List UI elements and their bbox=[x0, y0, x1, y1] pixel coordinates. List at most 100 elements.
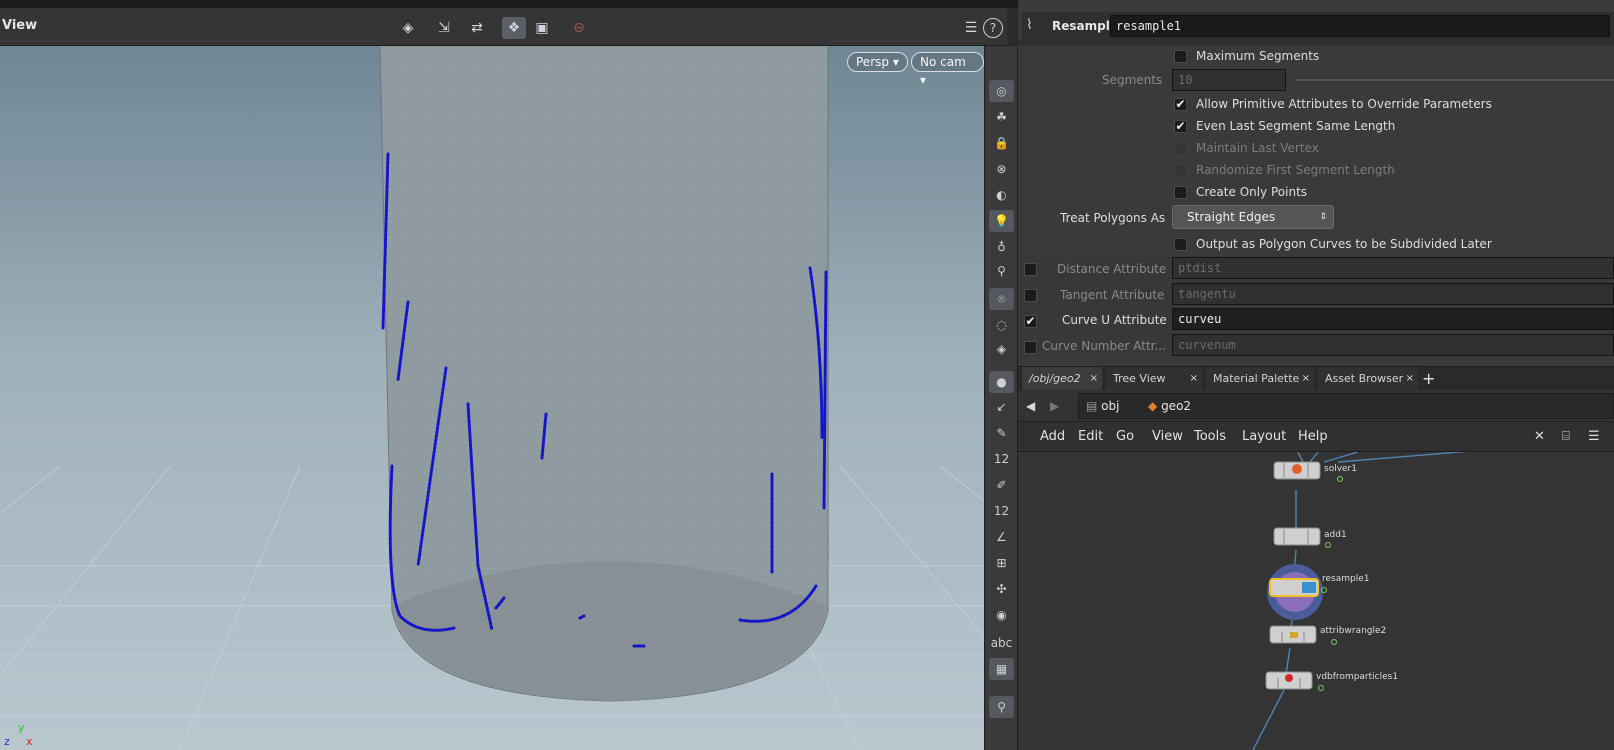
bulb-icon[interactable]: ♁ bbox=[989, 236, 1014, 258]
obj-label: obj bbox=[1101, 399, 1120, 413]
tools-icon[interactable]: ☰ bbox=[959, 17, 983, 39]
abc-icon[interactable]: abc bbox=[989, 632, 1014, 654]
network-path-bar: ◀ ▶ ▤ obj ◆ geo2 bbox=[1018, 390, 1614, 422]
output-poly-label: Output as Polygon Curves to be Subdivide… bbox=[1196, 237, 1492, 251]
geo-crumb[interactable]: ◆ geo2 bbox=[1148, 393, 1191, 419]
persp-label: Persp bbox=[856, 55, 889, 69]
curvenum-attr-checkbox[interactable] bbox=[1024, 341, 1037, 354]
geo-label: geo2 bbox=[1161, 399, 1192, 413]
menu-layout[interactable]: Layout bbox=[1242, 429, 1286, 444]
tab-label: /obj/geo2 bbox=[1029, 372, 1081, 385]
snap-grid-icon[interactable]: ⊞ bbox=[989, 552, 1014, 574]
tangent-attr-field[interactable]: tangentu bbox=[1172, 283, 1614, 305]
point-icon[interactable]: ● bbox=[989, 371, 1014, 393]
tag-icon[interactable]: 12 bbox=[989, 500, 1014, 522]
display-icon[interactable]: ▣ bbox=[530, 17, 554, 39]
add-tab-icon[interactable]: + bbox=[1422, 367, 1435, 391]
persp-dropdown[interactable]: Persp ▾ bbox=[847, 52, 908, 72]
viewport-3d[interactable]: Persp ▾ No cam ▾ y z x bbox=[0, 46, 984, 750]
pin-icon[interactable]: ⚲ bbox=[989, 696, 1014, 718]
menu-help[interactable]: Help bbox=[1298, 429, 1328, 444]
circle-icon[interactable]: ◉ bbox=[989, 604, 1014, 626]
display-options-icon[interactable]: ◎ bbox=[989, 80, 1014, 102]
menu-add[interactable]: Add bbox=[1040, 429, 1065, 444]
close-icon[interactable]: × bbox=[1190, 367, 1198, 391]
close-icon[interactable]: × bbox=[1406, 367, 1414, 391]
treat-polys-label: Treat Polygons As bbox=[1060, 211, 1166, 225]
even-last-checkbox[interactable]: ✔ bbox=[1174, 120, 1187, 133]
forward-icon[interactable]: ▶ bbox=[1050, 393, 1059, 419]
param-header: ⌇ Resample resample1 bbox=[1022, 12, 1614, 40]
visibility-icon[interactable]: ⊗ bbox=[989, 158, 1014, 180]
viewport-title: View bbox=[2, 18, 38, 33]
tab-label: Tree View bbox=[1113, 372, 1166, 385]
node-name-field[interactable]: resample1 bbox=[1110, 15, 1610, 37]
light-icon[interactable]: 💡 bbox=[989, 210, 1014, 232]
select-icon[interactable]: ◈ bbox=[396, 17, 420, 39]
menu-tools[interactable]: Tools bbox=[1194, 429, 1226, 444]
tab-tree-view[interactable]: Tree View × bbox=[1106, 367, 1202, 391]
treat-polys-select[interactable]: Straight Edges ⇕ bbox=[1172, 205, 1334, 229]
curveu-attr-checkbox[interactable]: ✔ bbox=[1024, 315, 1037, 328]
segments-field[interactable]: 10 bbox=[1172, 69, 1286, 91]
paint-icon[interactable]: ✐ bbox=[989, 474, 1014, 496]
node-add1[interactable]: add1 bbox=[1324, 530, 1347, 540]
menu-view[interactable]: View bbox=[1152, 429, 1183, 444]
camera-dropdown[interactable]: No cam ▾ bbox=[911, 52, 984, 87]
list-icon[interactable]: ☰ bbox=[1588, 429, 1600, 444]
max-segments-checkbox[interactable] bbox=[1174, 50, 1187, 63]
snap-icon[interactable]: ❖ bbox=[502, 17, 526, 39]
node-solver1[interactable]: solver1 bbox=[1324, 464, 1357, 474]
node-vdbfromparticles1[interactable]: vdbfromparticles1 bbox=[1316, 672, 1398, 682]
create-points-checkbox[interactable] bbox=[1174, 186, 1187, 199]
geo-icon: ◆ bbox=[1148, 399, 1158, 413]
curveu-attr-field[interactable]: curveu bbox=[1172, 308, 1614, 330]
shading-icon[interactable]: ◐ bbox=[989, 184, 1014, 206]
brush-icon[interactable]: ✎ bbox=[989, 422, 1014, 444]
node-resample1[interactable]: resample1 bbox=[1322, 574, 1370, 584]
handle-icon[interactable]: ⇄ bbox=[465, 17, 489, 39]
tab-asset-browser[interactable]: Asset Browser × bbox=[1318, 367, 1418, 391]
tab-obj-geo2[interactable]: /obj/geo2 × bbox=[1022, 367, 1102, 391]
stop-icon[interactable]: ⊝ bbox=[567, 17, 591, 39]
dist-attr-checkbox[interactable] bbox=[1024, 263, 1037, 276]
scene-svg bbox=[0, 46, 984, 750]
tag-label: 12 bbox=[993, 504, 1010, 518]
transform-icon[interactable]: ⇲ bbox=[432, 17, 456, 39]
menu-go[interactable]: Go bbox=[1116, 429, 1134, 444]
number-icon[interactable]: 12 bbox=[989, 448, 1014, 470]
segments-slider[interactable] bbox=[1296, 79, 1614, 81]
dist-attr-field[interactable]: ptdist bbox=[1172, 257, 1614, 279]
wrench-icon[interactable]: ✕ bbox=[1534, 429, 1545, 444]
allow-prim-label: Allow Primitive Attributes to Override P… bbox=[1196, 97, 1492, 111]
render-icon[interactable]: ◈ bbox=[989, 338, 1014, 360]
abc-label: abc bbox=[990, 636, 1013, 650]
curvenum-attr-field[interactable]: curvenum bbox=[1172, 334, 1614, 356]
obj-crumb[interactable]: ▤ obj bbox=[1086, 393, 1119, 419]
point-light-icon[interactable]: ⚲ bbox=[989, 260, 1014, 282]
allow-prim-checkbox[interactable]: ✔ bbox=[1174, 98, 1187, 111]
lock-icon[interactable]: 🔒 bbox=[989, 132, 1014, 154]
measure-icon[interactable]: ✣ bbox=[989, 578, 1014, 600]
max-segments-label: Maximum Segments bbox=[1196, 49, 1320, 63]
tangent-attr-checkbox[interactable] bbox=[1024, 289, 1037, 302]
angle-icon[interactable]: ∠ bbox=[989, 526, 1014, 548]
tab-label: Material Palette bbox=[1213, 372, 1300, 385]
tree-icon[interactable]: ⌸ bbox=[1562, 429, 1570, 444]
ghost-icon[interactable]: ☘ bbox=[989, 106, 1014, 128]
network-editor[interactable]: solver1 add1 resample1 attribwrangle2 vd… bbox=[1018, 452, 1614, 750]
image-icon[interactable]: ▦ bbox=[989, 658, 1014, 680]
randomize-checkbox[interactable] bbox=[1174, 164, 1187, 177]
maintain-last-checkbox[interactable] bbox=[1174, 142, 1187, 155]
output-poly-checkbox[interactable] bbox=[1174, 238, 1187, 251]
help-icon[interactable]: ? bbox=[983, 18, 1003, 38]
tab-material-palette[interactable]: Material Palette × bbox=[1206, 367, 1314, 391]
back-icon[interactable]: ◀ bbox=[1026, 393, 1035, 419]
edge-icon[interactable]: ↙ bbox=[989, 396, 1014, 418]
close-icon[interactable]: × bbox=[1302, 367, 1310, 391]
node-attribwrangle2[interactable]: attribwrangle2 bbox=[1320, 626, 1386, 636]
menu-edit[interactable]: Edit bbox=[1078, 429, 1103, 444]
view-icon[interactable]: ◌ bbox=[989, 314, 1014, 336]
close-icon[interactable]: × bbox=[1090, 367, 1098, 391]
camera-icon[interactable]: ⌾ bbox=[989, 288, 1014, 310]
